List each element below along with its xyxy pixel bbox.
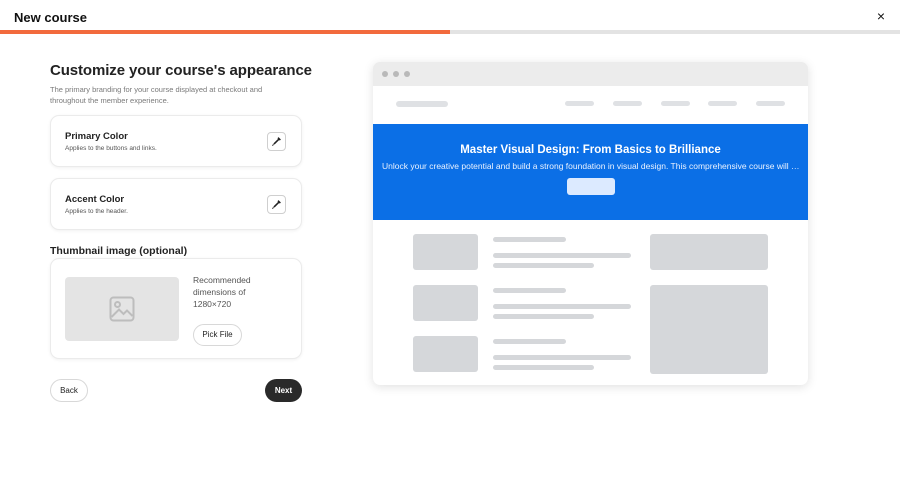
pick-file-button[interactable]: Pick File xyxy=(193,324,242,346)
preview-line xyxy=(493,237,566,242)
window-dot xyxy=(382,71,388,77)
preview-nav-link xyxy=(756,101,785,106)
thumbnail-recommendation: Recommended dimensions of 1280×720 xyxy=(193,275,251,309)
primary-color-card: Primary Color Applies to the buttons and… xyxy=(50,115,302,167)
window-dot xyxy=(404,71,410,77)
preview-side-placeholder xyxy=(650,234,768,270)
thumbnail-label: Thumbnail image (optional) xyxy=(50,245,188,257)
preview-hero-title: Master Visual Design: From Basics to Bri… xyxy=(460,144,721,156)
preview-line xyxy=(493,253,631,258)
primary-color-picker-button[interactable] xyxy=(267,132,286,151)
window-dot xyxy=(393,71,399,77)
page-title: New course xyxy=(14,10,87,25)
preview-nav-link xyxy=(661,101,690,106)
eyedropper-icon xyxy=(272,137,281,146)
preview-hero-button xyxy=(567,178,615,195)
preview-line xyxy=(493,355,631,360)
primary-color-subtitle: Applies to the buttons and links. xyxy=(65,145,157,152)
preview-line xyxy=(493,304,631,309)
preview-logo-placeholder xyxy=(396,101,448,107)
course-preview: Master Visual Design: From Basics to Bri… xyxy=(373,62,808,385)
preview-line xyxy=(493,263,594,268)
accent-color-card: Accent Color Applies to the header. xyxy=(50,178,302,230)
preview-hero xyxy=(373,124,808,220)
close-icon[interactable]: × xyxy=(873,8,889,24)
accent-color-subtitle: Applies to the header. xyxy=(65,208,128,215)
preview-nav-link xyxy=(708,101,737,106)
preview-line xyxy=(493,365,594,370)
section-description: The primary branding for your course dis… xyxy=(50,85,263,105)
progress-bar xyxy=(0,30,900,34)
accent-color-picker-button[interactable] xyxy=(267,195,286,214)
accent-color-title: Accent Color xyxy=(65,194,125,205)
eyedropper-icon xyxy=(272,200,281,209)
progress-fill xyxy=(0,30,450,34)
preview-line xyxy=(493,339,566,344)
section-heading: Customize your course's appearance xyxy=(50,62,312,79)
preview-thumb-placeholder xyxy=(413,285,478,321)
preview-nav-link xyxy=(613,101,642,106)
primary-color-title: Primary Color xyxy=(65,131,128,142)
preview-line xyxy=(493,314,594,319)
thumbnail-card: Recommended dimensions of 1280×720 Pick … xyxy=(50,258,302,359)
back-button[interactable]: Back xyxy=(50,379,88,402)
preview-thumb-placeholder xyxy=(413,234,478,270)
thumbnail-placeholder[interactable] xyxy=(65,277,179,341)
top-bar: New course × xyxy=(0,0,900,30)
browser-chrome xyxy=(373,62,808,86)
preview-nav-link xyxy=(565,101,594,106)
preview-line xyxy=(493,288,566,293)
next-button[interactable]: Next xyxy=(265,379,302,402)
preview-side-placeholder xyxy=(650,285,768,374)
image-icon xyxy=(109,296,135,322)
preview-thumb-placeholder xyxy=(413,336,478,372)
preview-hero-subtitle: Unlock your creative potential and build… xyxy=(382,161,800,171)
